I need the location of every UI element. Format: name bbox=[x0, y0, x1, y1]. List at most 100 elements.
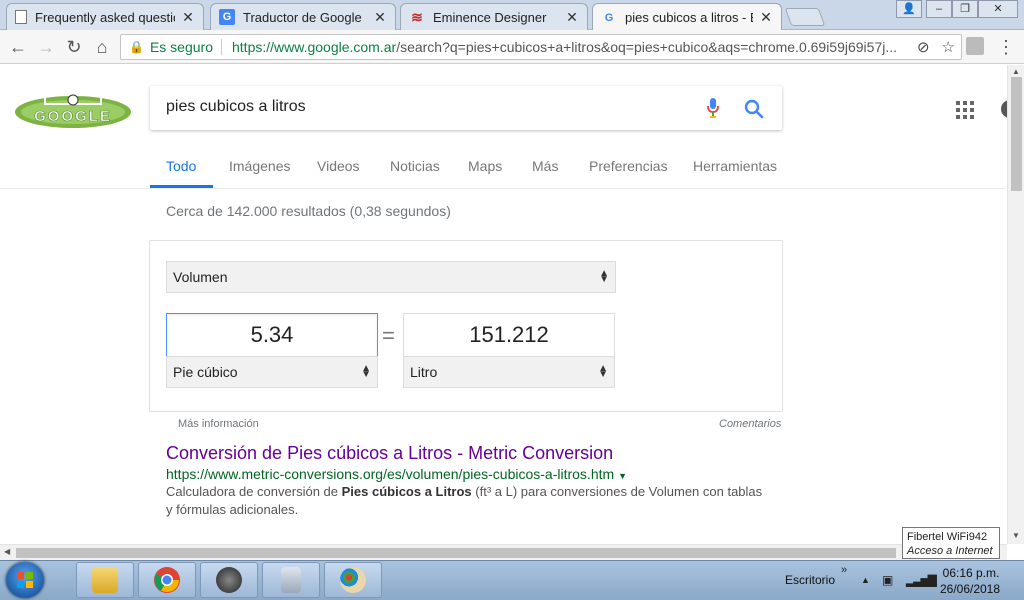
lock-icon: 🔒 bbox=[129, 40, 144, 54]
restore-button[interactable]: ❐ bbox=[952, 0, 978, 18]
address-bar[interactable]: 🔒 Es seguro https://www.google.com.ar/se… bbox=[120, 34, 962, 60]
minimize-button[interactable]: ‒ bbox=[926, 0, 952, 18]
clock-time[interactable]: 06:16 p.m. bbox=[941, 566, 1001, 580]
forward-arrow-icon[interactable]: → bbox=[34, 35, 58, 59]
tab-title: Frequently asked questio bbox=[35, 9, 175, 25]
profile-button[interactable]: 👤 bbox=[896, 0, 922, 18]
tab-herramientas[interactable]: Herramientas bbox=[693, 158, 777, 174]
select-arrows-icon: ▲ ▼ bbox=[598, 363, 608, 380]
search-box[interactable]: pies cubicos a litros bbox=[150, 86, 782, 130]
taskbar-calculator[interactable] bbox=[262, 562, 320, 598]
tab-title: Eminence Designer bbox=[433, 9, 547, 25]
close-tab-icon[interactable]: ✕ bbox=[565, 9, 579, 26]
snippet-text: Calculadora de conversión de bbox=[166, 484, 342, 499]
to-unit-value: Litro bbox=[410, 364, 438, 380]
tab-maps[interactable]: Maps bbox=[468, 158, 502, 174]
category-select[interactable]: Volumen ▲ ▼ bbox=[166, 261, 616, 293]
tab-todo[interactable]: Todo bbox=[166, 158, 196, 174]
more-info-link[interactable]: Más información bbox=[178, 418, 259, 430]
category-value: Volumen bbox=[173, 269, 228, 285]
wifi-signal-icon[interactable]: ▂▃▅▇ bbox=[906, 573, 937, 587]
windows-logo-icon bbox=[17, 572, 33, 588]
chrome-icon bbox=[154, 567, 180, 593]
search-icon[interactable] bbox=[744, 99, 764, 119]
taskbar-chrome[interactable] bbox=[138, 562, 196, 598]
equals-sign: = bbox=[382, 323, 395, 348]
unit-converter-card: Volumen ▲ ▼ 5.34 = 151.212 Pie cúbico ▲ ▼ … bbox=[149, 240, 783, 412]
tab-imagenes[interactable]: Imágenes bbox=[229, 158, 290, 174]
close-window-button[interactable]: ✕ bbox=[978, 0, 1018, 18]
taskbar-media-app[interactable] bbox=[200, 562, 258, 598]
device-icon[interactable]: ▣ bbox=[882, 573, 893, 587]
url-host: https://www.google.com.ar bbox=[232, 39, 397, 55]
page-icon bbox=[15, 10, 27, 24]
from-unit-value: Pie cúbico bbox=[173, 364, 238, 380]
tab-videos[interactable]: Videos bbox=[317, 158, 360, 174]
scroll-left-arrow-icon[interactable]: ◀ bbox=[4, 547, 10, 556]
feedback-link[interactable]: Comentarios bbox=[719, 418, 781, 430]
select-arrows-icon: ▲ ▼ bbox=[361, 363, 371, 380]
start-button[interactable] bbox=[6, 562, 44, 598]
new-tab-button[interactable] bbox=[784, 8, 826, 26]
google-doodle-logo[interactable]: GOOGLE bbox=[13, 88, 133, 130]
result-url-text: https://www.metric-conversions.org/es/vo… bbox=[166, 466, 615, 482]
scrollbar-thumb[interactable] bbox=[16, 548, 896, 558]
to-unit-select[interactable]: Litro ▲ ▼ bbox=[403, 356, 615, 388]
dropdown-caret-icon[interactable]: ▼ bbox=[618, 471, 627, 481]
from-unit-select[interactable]: Pie cúbico ▲ ▼ bbox=[166, 356, 378, 388]
snippet-text: (ft³ a L) para conversiones de Volumen c… bbox=[471, 484, 763, 499]
result-url: https://www.metric-conversions.org/es/vo… bbox=[166, 466, 627, 482]
horizontal-scrollbar[interactable]: ◀ bbox=[0, 544, 1007, 560]
browser-tab-faq[interactable]: Frequently asked questio ✕ bbox=[6, 3, 204, 30]
divider bbox=[221, 39, 222, 55]
url-text: https://www.google.com.ar/search?q=pies+… bbox=[232, 39, 911, 55]
tab-mas[interactable]: Más bbox=[532, 158, 558, 174]
select-arrows-icon: ▲ ▼ bbox=[599, 268, 609, 285]
browser-tab-translate[interactable]: G Traductor de Google ✕ bbox=[210, 3, 396, 30]
show-hidden-icons-icon[interactable]: ▲ bbox=[861, 575, 870, 585]
close-tab-icon[interactable]: ✕ bbox=[181, 9, 195, 26]
snippet-text: y fórmulas adicionales. bbox=[166, 502, 299, 517]
back-arrow-icon[interactable]: ← bbox=[6, 35, 30, 59]
to-value-input[interactable]: 151.212 bbox=[403, 313, 615, 357]
eminence-icon: ≋ bbox=[411, 8, 423, 25]
browser-tab-search[interactable]: G pies cubicos a litros - Bus ✕ bbox=[592, 3, 782, 31]
clock-date[interactable]: 26/06/2018 bbox=[937, 582, 1003, 596]
tab-preferencias[interactable]: Preferencias bbox=[589, 158, 668, 174]
reload-icon[interactable]: ↻ bbox=[62, 35, 86, 59]
search-tabs: Todo Imágenes Videos Noticias Maps Más P… bbox=[0, 150, 1006, 189]
browser-tab-eminence[interactable]: ≋ Eminence Designer ✕ bbox=[400, 3, 588, 30]
tooltip-network: Fibertel WiFi942 bbox=[907, 531, 988, 543]
scroll-up-arrow-icon[interactable]: ▲ bbox=[1012, 67, 1020, 76]
from-value-input[interactable]: 5.34 bbox=[166, 313, 378, 357]
chevron-expand-icon[interactable]: » bbox=[841, 564, 847, 576]
taskbar-explorer[interactable] bbox=[76, 562, 134, 598]
google-g-icon: G bbox=[604, 11, 614, 24]
google-translate-icon: G bbox=[219, 9, 235, 25]
desktop-toolbar-label[interactable]: Escritorio bbox=[785, 573, 835, 587]
home-icon[interactable]: ⌂ bbox=[90, 35, 114, 59]
menu-dots-icon[interactable]: ⋮ bbox=[994, 35, 1018, 59]
result-snippet: Calculadora de conversión de Pies cúbico… bbox=[166, 483, 766, 519]
scrollbar-thumb[interactable] bbox=[1011, 77, 1022, 191]
active-tab-indicator bbox=[150, 185, 213, 188]
vertical-scrollbar[interactable]: ▲ ▼ bbox=[1007, 65, 1024, 544]
scroll-down-arrow-icon[interactable]: ▼ bbox=[1012, 531, 1020, 540]
taskbar-paint[interactable] bbox=[324, 562, 382, 598]
google-apps-icon[interactable] bbox=[956, 101, 974, 119]
secure-label: Es seguro bbox=[149, 39, 213, 55]
close-tab-icon[interactable]: ✕ bbox=[759, 9, 773, 26]
browser-tab-strip: Frequently asked questio ✕ G Traductor d… bbox=[0, 0, 1024, 31]
result-title-link[interactable]: Conversión de Pies cúbicos a Litros - Me… bbox=[166, 443, 613, 464]
extension-icon[interactable] bbox=[966, 37, 984, 55]
svg-text:GOOGLE: GOOGLE bbox=[34, 108, 112, 125]
microphone-icon[interactable] bbox=[706, 97, 720, 119]
calculator-icon bbox=[281, 567, 301, 593]
cookie-blocked-icon[interactable]: ⊘ bbox=[917, 38, 930, 56]
tab-title: Traductor de Google bbox=[243, 9, 362, 25]
bookmark-star-icon[interactable]: ☆ bbox=[942, 38, 955, 56]
search-input[interactable]: pies cubicos a litros bbox=[166, 98, 306, 116]
results-count: Cerca de 142.000 resultados (0,38 segund… bbox=[166, 203, 451, 219]
close-tab-icon[interactable]: ✕ bbox=[373, 9, 387, 26]
tab-noticias[interactable]: Noticias bbox=[390, 158, 440, 174]
